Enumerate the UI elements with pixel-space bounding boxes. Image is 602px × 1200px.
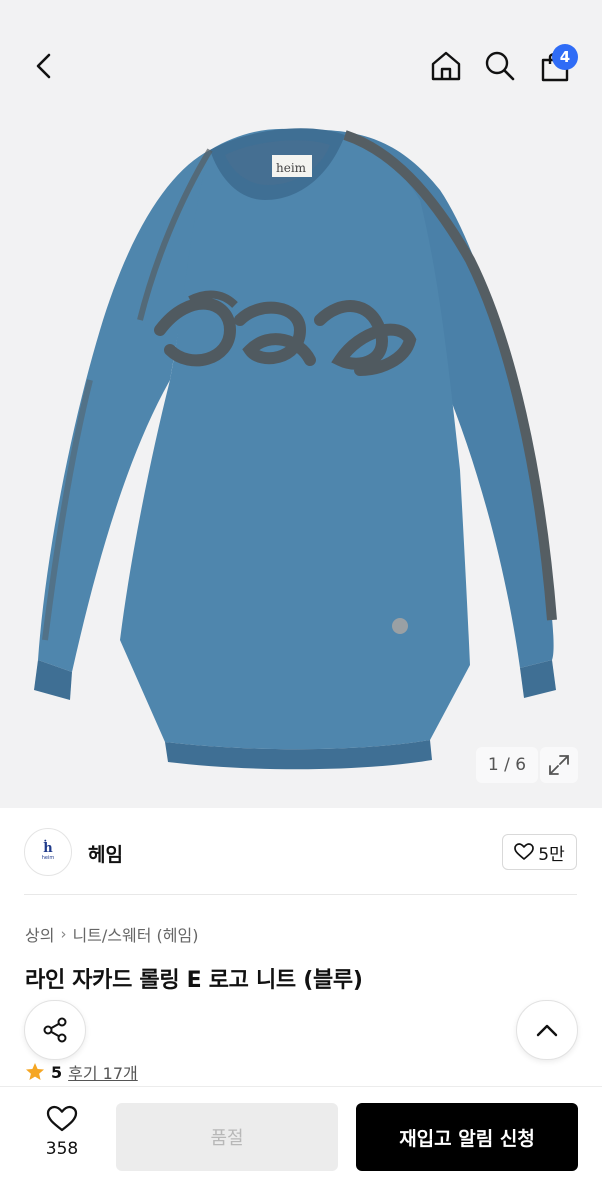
search-icon <box>485 51 515 81</box>
back-button[interactable] <box>22 44 66 88</box>
bottom-action-bar: 358 품절 재입고 알림 신청 <box>0 1086 602 1200</box>
breadcrumb-item-subcategory[interactable]: 니트/스웨터 (헤임) <box>72 922 198 946</box>
brand-logo[interactable]: ḣ heim <box>24 828 72 876</box>
expand-icon <box>549 755 569 775</box>
share-icon <box>43 1017 67 1043</box>
scroll-top-button[interactable] <box>516 1000 578 1060</box>
home-button[interactable] <box>424 44 468 88</box>
review-link[interactable]: 후기 17개 <box>68 1060 138 1084</box>
soldout-button[interactable]: 품절 <box>116 1103 338 1171</box>
expand-image-button[interactable] <box>540 747 578 783</box>
product-title: 라인 자카드 롤링 E 로고 니트 (블루) <box>25 968 363 993</box>
product-image-gallery[interactable]: heim 4 1 / 6 <box>0 0 602 808</box>
breadcrumb: 상의 › 니트/스웨터 (헤임) <box>25 922 198 946</box>
section-divider <box>24 894 577 895</box>
chevron-left-icon <box>36 53 51 79</box>
brand-logo-mark: ḣ <box>43 841 53 856</box>
breadcrumb-item-category[interactable]: 상의 <box>25 922 54 946</box>
chevron-up-icon <box>536 1024 558 1037</box>
rating-row: 5 후기 17개 <box>25 1060 138 1084</box>
rating-score: 5 <box>51 1062 63 1082</box>
top-navigation-bar: 4 <box>0 0 602 130</box>
search-button[interactable] <box>478 44 522 88</box>
star-icon <box>26 1063 44 1080</box>
brand-row: ḣ heim 헤임 5만 <box>0 808 602 896</box>
wishlist-button[interactable]: 358 <box>30 1105 94 1169</box>
image-counter: 1 / 6 <box>476 747 538 783</box>
heart-icon <box>514 843 535 860</box>
heart-icon <box>46 1105 78 1132</box>
brand-name[interactable]: 헤임 <box>88 840 123 867</box>
brand-like-button[interactable]: 5만 <box>502 834 577 870</box>
home-icon <box>431 51 461 81</box>
cart-count-badge: 4 <box>552 44 578 70</box>
svg-text:heim: heim <box>276 161 307 175</box>
chevron-right-icon: › <box>60 925 67 943</box>
restock-alert-button[interactable]: 재입고 알림 신청 <box>356 1103 578 1171</box>
brand-logo-word: heim <box>41 855 55 861</box>
brand-like-count: 5만 <box>538 844 565 865</box>
wishlist-count: 358 <box>45 1139 79 1159</box>
share-button[interactable] <box>24 1000 86 1060</box>
